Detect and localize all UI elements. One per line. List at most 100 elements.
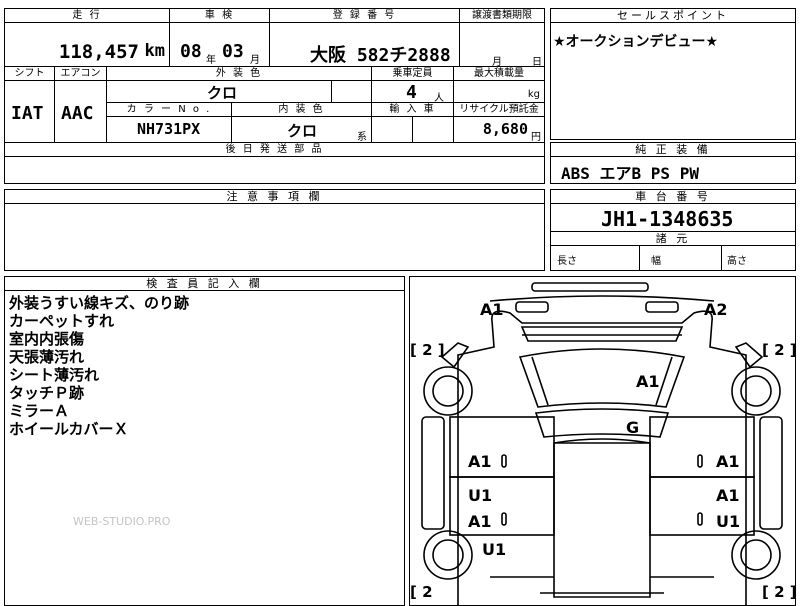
later-parts-area — [5, 157, 544, 183]
import-header: 輸 入 車 — [372, 103, 454, 117]
recycle-value: 8,680 — [482, 120, 528, 138]
chassis-number: JH1-1348635 — [601, 207, 734, 231]
note-line: 外装うすい線キズ、のり跡 — [9, 294, 190, 312]
hood — [520, 326, 684, 342]
caution-box: 注 意 事 項 欄 — [4, 189, 545, 271]
dimensions-header: 諸 元 — [551, 231, 795, 246]
left-sill — [421, 416, 445, 530]
tire-label-rear-right: [ 2 ] — [762, 583, 795, 601]
inspection-month-unit: 月 — [250, 55, 260, 66]
capacity-header: 乗車定員 — [372, 67, 454, 81]
transfer-deadline-cell: 月 日 — [460, 23, 544, 68]
note-line: タッチＰ跡 — [9, 384, 85, 402]
tire-label-rear-left: [ 2 — [410, 583, 433, 601]
chassis-header: 車 台 番 号 — [551, 190, 795, 204]
ac-header: エアコン — [55, 67, 107, 81]
interior-color-header: 内 装 色 — [232, 103, 372, 117]
max-load-cell: kg — [454, 81, 544, 103]
damage-mark: A1 — [468, 512, 492, 531]
inspector-notes-header: 検 査 員 記 入 欄 — [5, 277, 404, 291]
sales-point-text: ★オークションデビュー★ — [553, 34, 719, 50]
left-headlight — [515, 301, 549, 313]
capacity-value: 4 — [406, 82, 417, 103]
roof — [534, 408, 670, 438]
tire-label-front-right: [ 2 ] — [762, 341, 795, 359]
mileage-cell: 118,457 km — [5, 23, 170, 67]
width-label: 幅 — [651, 256, 661, 267]
transfer-deadline-header: 譲渡書類期限 — [460, 9, 544, 23]
inspection-month: 03 — [222, 41, 244, 62]
inspector-notes-box: 検 査 員 記 入 欄 外装うすい線キズ、のり跡 カーペットすれ 室内内張傷 天… — [4, 276, 405, 606]
interior-color-cell: クロ 系 — [232, 117, 372, 143]
car-diagram: [ 2 ] [ 2 ] [ 2 [ 2 ] A1 A2 A1 G A1 A1 U… — [410, 282, 795, 605]
import-cell-right — [413, 117, 454, 143]
standard-equipment-header: 純 正 装 備 — [551, 143, 795, 157]
rear-right-wheel — [731, 530, 781, 580]
standard-equipment-box: 純 正 装 備 ABS エアB PS PW — [550, 142, 796, 184]
color-no-value: NH731PX — [137, 120, 201, 138]
left-front-door — [449, 416, 555, 478]
damage-mark: G — [626, 418, 639, 437]
import-cell-left — [372, 117, 413, 143]
note-line: シート薄汚れ — [9, 366, 100, 384]
color-no-header: カ ラ ー N o . — [107, 103, 232, 117]
dim-divider-2 — [721, 246, 722, 270]
cabin-floor — [553, 442, 651, 598]
inspection-cell: 08 年 03 月 — [170, 23, 270, 67]
note-line: 天張薄汚れ — [9, 348, 85, 366]
exterior-color-value: クロ — [207, 84, 238, 102]
damage-mark: U1 — [716, 512, 740, 531]
capacity-unit: 人 — [434, 93, 444, 104]
recycle-header: リサイクル預託金 — [454, 103, 544, 117]
inspection-year: 08 — [180, 41, 202, 62]
damage-mark: A2 — [704, 300, 728, 319]
damage-mark: A1 — [468, 452, 492, 471]
registration-header: 登 録 番 号 — [270, 9, 460, 23]
vehicle-info-table: 走 行 車 検 登 録 番 号 譲渡書類期限 118,457 km 08 年 0… — [4, 8, 545, 184]
registration-cell: 大阪 582チ2888 — [270, 23, 460, 67]
standard-equipment-value: ABS エアB PS PW — [561, 164, 699, 183]
max-load-header: 最大積載量 — [454, 67, 544, 81]
note-line: ホイールカバーＸ — [9, 420, 129, 438]
right-sill — [759, 416, 783, 530]
sales-point-header: セールスポイント — [551, 9, 795, 23]
exterior-color-header: 外 装 色 — [107, 67, 372, 81]
mileage-value: 118,457 — [58, 41, 139, 63]
exterior-color-cell: クロ — [107, 81, 332, 103]
height-label: 高さ — [727, 256, 747, 267]
left-mirror — [440, 342, 470, 369]
front-left-wheel — [423, 366, 473, 416]
mileage-unit: km — [144, 41, 165, 61]
ac-value: AAC — [61, 103, 94, 124]
front-right-wheel — [731, 366, 781, 416]
front-edge — [489, 295, 715, 302]
left-rear-door — [449, 476, 555, 536]
dim-divider-1 — [639, 246, 640, 270]
mileage-header: 走 行 — [5, 9, 170, 23]
damage-mark: A1 — [480, 300, 504, 319]
note-line: ミラーＡ — [9, 402, 70, 420]
inspection-year-unit: 年 — [206, 55, 216, 66]
transfer-month-unit: 月 — [492, 57, 502, 68]
right-headlight — [645, 301, 679, 313]
interior-color-unit: 系 — [357, 132, 367, 143]
sales-point-box: セールスポイント ★オークションデビュー★ — [550, 8, 796, 140]
right-mirror — [734, 342, 764, 369]
transfer-day-unit: 日 — [532, 57, 542, 68]
interior-color-value: クロ — [287, 122, 318, 140]
damage-mark: A1 — [716, 486, 740, 505]
rear-left-wheel — [423, 530, 473, 580]
registration-value: 大阪 582チ2888 — [310, 45, 451, 66]
shift-cell: IAT — [5, 81, 55, 143]
car-diagram-box: [ 2 ] [ 2 ] [ 2 [ 2 ] A1 A2 A1 G A1 A1 U… — [409, 276, 796, 606]
length-label: 長さ — [557, 256, 577, 267]
damage-mark: A1 — [636, 372, 660, 391]
max-load-unit: kg — [527, 89, 540, 100]
front-bumper-shape — [531, 282, 649, 292]
chassis-box: 車 台 番 号 JH1-1348635 諸 元 長さ 幅 高さ — [550, 189, 796, 271]
caution-header: 注 意 事 項 欄 — [5, 190, 544, 204]
inspector-notes-list: 外装うすい線キズ、のり跡 カーペットすれ 室内内張傷 天張薄汚れ シート薄汚れ … — [9, 294, 189, 438]
note-line: カーペットすれ — [9, 312, 115, 330]
damage-mark: A1 — [716, 452, 740, 471]
dimensions-row: 長さ 幅 高さ — [551, 246, 795, 270]
